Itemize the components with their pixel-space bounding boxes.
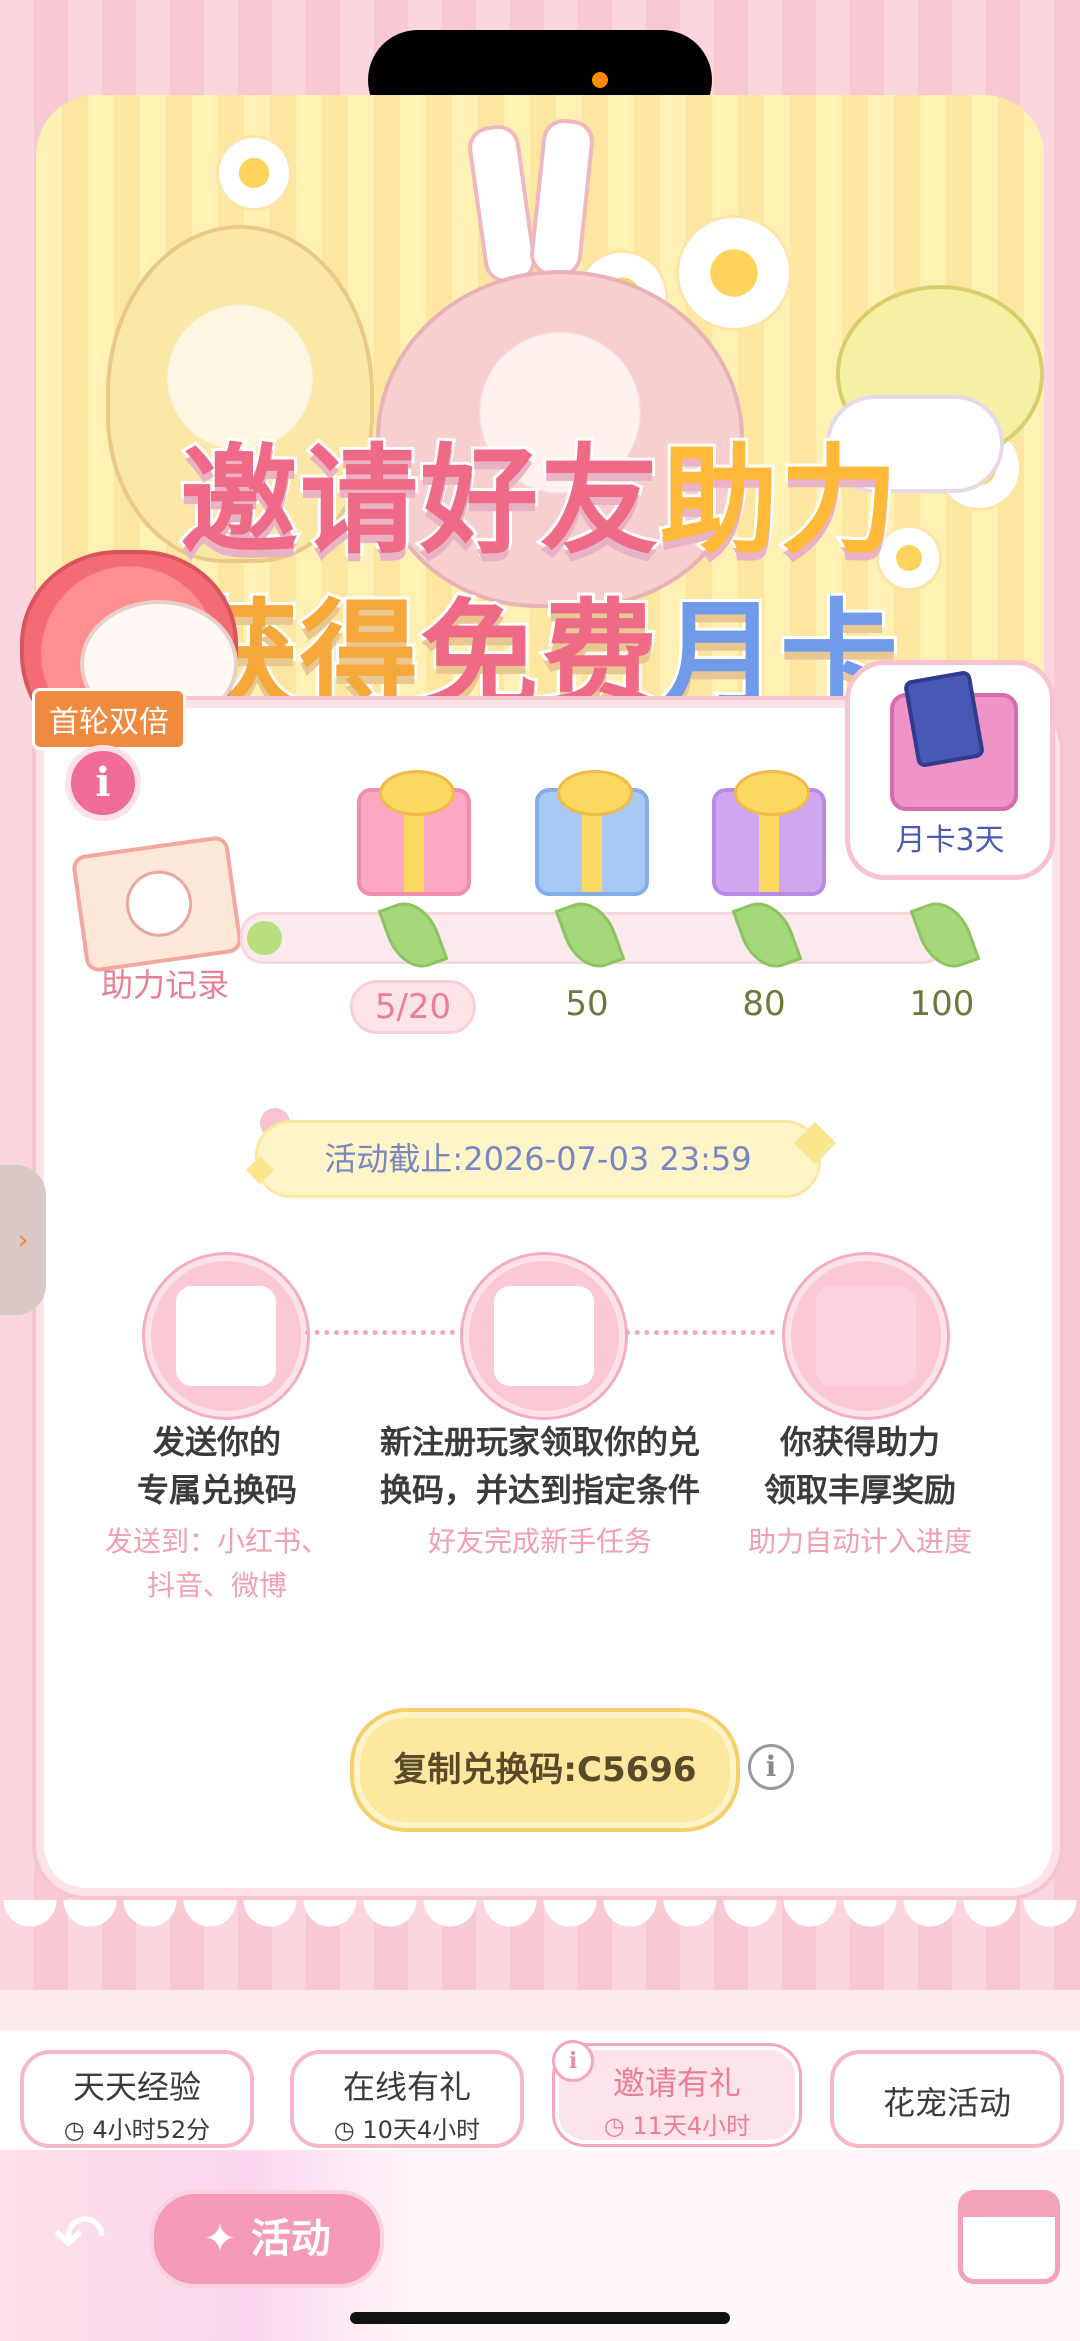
step-3-subtitle: 助力自动计入进度 xyxy=(747,1525,972,1558)
milestone-50: 50 xyxy=(565,984,609,1024)
tab-timer: ◷ 10天4小时 xyxy=(333,2116,481,2144)
clock-icon: ◷ xyxy=(603,2112,633,2140)
info-icon[interactable]: i xyxy=(65,745,141,821)
tab-flower-pet[interactable]: 花宠活动 xyxy=(830,2050,1064,2148)
double-reward-badge: 首轮双倍 xyxy=(32,688,186,750)
gift-icon[interactable] xyxy=(712,770,826,896)
bunny-ear xyxy=(465,122,539,286)
copy-code-button[interactable]: 复制兑换码:C5696 xyxy=(354,1712,736,1828)
milestone-80: 80 xyxy=(742,984,786,1024)
step-1-title: 发送你的 专属兑换码 xyxy=(136,1423,297,1509)
step-1-subtitle: 发送到：小红书、 抖音、微博 xyxy=(104,1525,329,1602)
send-code-icon xyxy=(145,1255,307,1417)
milestone-100: 100 xyxy=(909,984,975,1024)
gift-icon[interactable] xyxy=(357,770,471,896)
card-icon xyxy=(902,669,986,769)
clock-icon: ◷ xyxy=(63,2116,93,2144)
assist-record-icon[interactable] xyxy=(70,834,244,974)
info-icon[interactable]: i xyxy=(748,1744,794,1790)
clipboard-icon xyxy=(463,1255,625,1417)
back-arrow-icon[interactable]: ↶ xyxy=(40,2198,120,2278)
step-2-title: 新注册玩家领取你的兑 换码，并达到指定条件 xyxy=(379,1423,700,1509)
step-connector xyxy=(305,1330,455,1335)
step-2-subtitle: 好友完成新手任务 xyxy=(427,1525,652,1558)
calendar-icon[interactable] xyxy=(958,2190,1060,2284)
assist-record-label[interactable]: 助力记录 xyxy=(90,960,240,1006)
hand-print-icon xyxy=(121,866,197,941)
info-icon[interactable]: i xyxy=(552,2040,594,2082)
deadline-banner: 活动截止:2026-07-03 23:59 xyxy=(255,1120,821,1198)
step-3-title: 你获得助力 领取丰厚奖励 xyxy=(763,1423,956,1509)
month-card-label: 月卡3天 xyxy=(895,823,1005,858)
progress-fill xyxy=(247,921,282,955)
sparkle-icon: ✦ xyxy=(203,2216,251,2262)
tab-daily-exp[interactable]: 天天经验 ◷ 4小时52分 xyxy=(20,2050,254,2148)
gift-icon[interactable] xyxy=(535,770,649,896)
reward-gift-icon xyxy=(785,1255,947,1417)
milestone-current: 5/20 xyxy=(350,980,476,1034)
month-card-reward[interactable]: 月卡3天 xyxy=(845,660,1055,880)
flower-decoration xyxy=(216,135,292,211)
flower-decoration xyxy=(676,215,792,331)
activity-button[interactable]: ✦ 活动 xyxy=(150,2190,384,2288)
home-indicator[interactable] xyxy=(350,2312,730,2324)
step-connector xyxy=(625,1330,775,1335)
banner-title-line1: 邀请好友助力 xyxy=(177,429,901,573)
clock-icon: ◷ xyxy=(333,2116,363,2144)
tab-timer: ◷ 11天4小时 xyxy=(603,2112,751,2140)
camera-indicator-dot xyxy=(592,72,608,88)
side-expand-tab[interactable]: › xyxy=(0,1165,46,1315)
tab-online-gift[interactable]: 在线有礼 ◷ 10天4小时 xyxy=(290,2050,524,2148)
bunny-ear xyxy=(527,116,597,280)
tab-timer: ◷ 4小时52分 xyxy=(63,2116,211,2144)
